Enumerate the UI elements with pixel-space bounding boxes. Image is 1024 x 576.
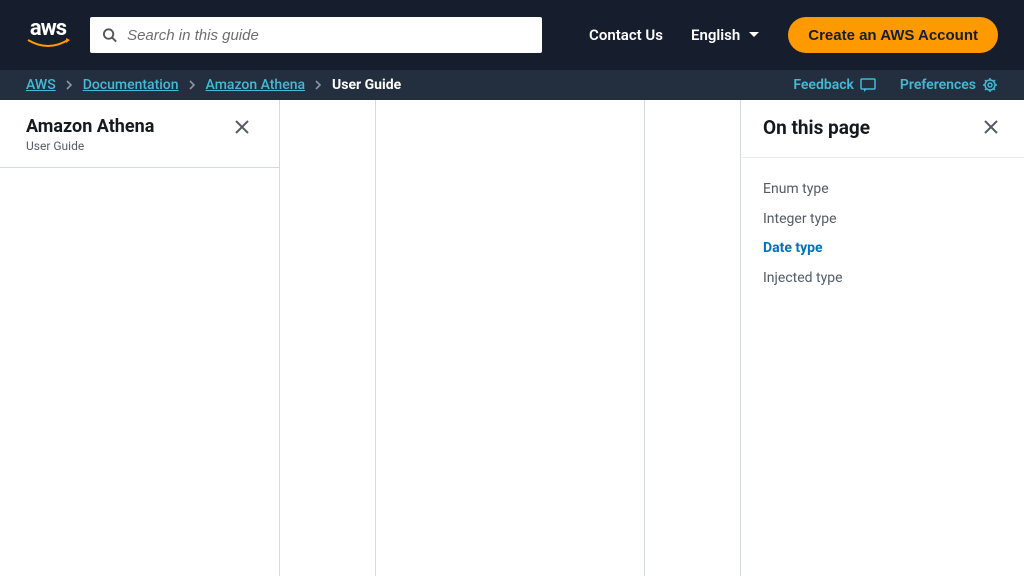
contact-us-link[interactable]: Contact Us [589, 26, 663, 44]
close-left-panel[interactable] [231, 116, 253, 138]
divider [644, 100, 645, 576]
feedback-link[interactable]: Feedback [793, 77, 876, 93]
aws-smile-icon [26, 38, 70, 52]
main-layout: Amazon Athena User Guide On this page En… [0, 100, 1024, 576]
aws-logo[interactable]: aws [26, 18, 70, 52]
on-this-page-panel: On this page Enum type Integer type Date… [740, 100, 1024, 576]
close-icon [235, 120, 249, 134]
breadcrumb-current: User Guide [332, 77, 401, 93]
search-box[interactable] [90, 17, 542, 53]
language-selector[interactable]: English [691, 26, 760, 44]
speech-bubble-icon [860, 78, 876, 92]
toc-link-date[interactable]: Date type [763, 239, 1002, 259]
on-this-page-list: Enum type Integer type Date type Injecte… [741, 158, 1024, 310]
chevron-right-icon [189, 80, 196, 90]
breadcrumb-bar: AWS Documentation Amazon Athena User Gui… [0, 70, 1024, 100]
search-input[interactable] [127, 27, 530, 44]
search-icon [102, 27, 117, 43]
top-links: Contact Us English Create an AWS Account [589, 17, 998, 53]
chevron-down-icon [748, 31, 760, 39]
close-icon [984, 120, 998, 134]
left-subtitle: User Guide [26, 139, 154, 153]
toc-link-injected[interactable]: Injected type [763, 269, 1002, 289]
breadcrumb-athena[interactable]: Amazon Athena [206, 77, 306, 93]
divider [375, 100, 376, 576]
language-label: English [691, 26, 740, 44]
create-account-button[interactable]: Create an AWS Account [788, 17, 998, 53]
left-title: Amazon Athena [26, 116, 154, 137]
left-sidebar-header: Amazon Athena User Guide [0, 100, 279, 168]
gear-icon [982, 77, 998, 93]
right-panel-header: On this page [741, 100, 1024, 158]
top-header: aws Contact Us English Create an AWS Acc… [0, 0, 1024, 70]
preferences-link[interactable]: Preferences [900, 77, 998, 93]
feedback-label: Feedback [793, 77, 854, 93]
breadcrumb-aws[interactable]: AWS [26, 77, 56, 93]
right-title: On this page [763, 116, 870, 139]
preferences-label: Preferences [900, 77, 976, 93]
left-sidebar: Amazon Athena User Guide [0, 100, 280, 576]
chevron-right-icon [315, 80, 322, 90]
close-right-panel[interactable] [980, 116, 1002, 138]
toc-link-integer[interactable]: Integer type [763, 210, 1002, 230]
main-content [280, 100, 740, 576]
toc-link-enum[interactable]: Enum type [763, 180, 1002, 200]
chevron-right-icon [66, 80, 73, 90]
crumb-tools: Feedback Preferences [793, 77, 998, 93]
aws-logo-text: aws [30, 18, 66, 40]
breadcrumb-documentation[interactable]: Documentation [83, 77, 179, 93]
